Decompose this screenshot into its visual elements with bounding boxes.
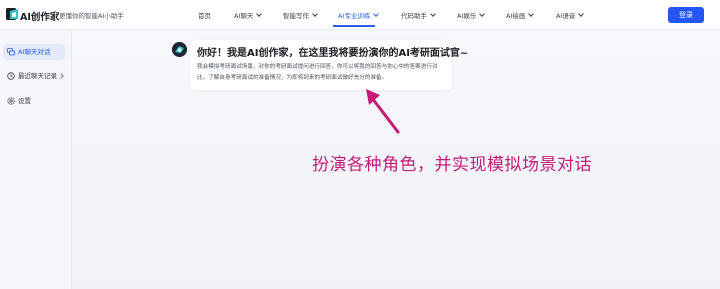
nav-label: 智能写作 xyxy=(283,12,309,20)
chevron-down-icon xyxy=(479,11,486,17)
ai-avatar-icon xyxy=(172,42,187,57)
nav-label: AI绘画 xyxy=(506,12,526,20)
active-nav-underline xyxy=(333,25,375,27)
chevron-down-icon xyxy=(528,11,535,17)
sidebar-item-settings[interactable]: 设置 xyxy=(3,93,65,109)
nav-ai-painting[interactable]: AI绘画 xyxy=(506,10,535,20)
annotation-callout: 扮演各种角色，并实现模拟场景对话 xyxy=(312,155,592,175)
top-header: AI创作家 更懂你的智能AI小助手 首页 AI聊天 智能写作 AI专业训练 代码… xyxy=(0,0,720,30)
chevron-down-icon xyxy=(312,11,318,17)
chevron-down-icon xyxy=(578,11,585,17)
clock-icon xyxy=(7,72,15,80)
nav-ai-voice[interactable]: AI语音 xyxy=(556,10,585,20)
chat-bubbles-icon xyxy=(7,48,15,56)
ai-logo-icon[interactable] xyxy=(6,7,20,21)
chevron-down-icon xyxy=(256,11,263,17)
sidebar-item-label: 最近聊天记录 xyxy=(18,72,57,80)
nav-label: 首页 xyxy=(198,12,211,20)
nav-label: AI聊天 xyxy=(234,12,254,20)
brand-tagline: 更懂你的智能AI小助手 xyxy=(59,12,124,20)
nav-home[interactable]: 首页 xyxy=(198,10,211,20)
nav-label: AI语音 xyxy=(556,12,576,20)
ai-greeting: 你好！我是AI创作家，在这里我将要扮演你的AI考研面试官~ xyxy=(197,48,469,59)
nav-ai-professional-training[interactable]: AI专业训练 xyxy=(338,10,380,20)
ai-description: 我会模拟考研面试场景，对你的考研面试提问进行回答，你可以将我的回答与你心中的答案… xyxy=(197,64,438,81)
nav-label: AI娱乐 xyxy=(457,12,477,20)
chevron-right-icon xyxy=(58,73,64,79)
sidebar-item-ai-chat[interactable]: AI聊天对话 xyxy=(3,44,65,60)
ai-message-bubble: 你好！我是AI创作家，在这里我将要扮演你的AI考研面试官~ 我会模拟考研面试场景… xyxy=(190,40,468,90)
annotation-arrow-icon xyxy=(366,89,400,134)
ai-avatar xyxy=(172,42,187,57)
sidebar-item-recent-chats[interactable]: 最近聊天记录 xyxy=(3,68,65,84)
nav-label: AI专业训练 xyxy=(338,12,371,20)
sidebar-item-label: 设置 xyxy=(18,97,31,105)
chevron-down-icon xyxy=(430,11,436,17)
login-button[interactable]: 登录 xyxy=(668,7,704,23)
nav-smart-writing[interactable]: 智能写作 xyxy=(283,10,318,20)
sidebar: AI聊天对话 最近聊天记录 设置 xyxy=(0,30,72,289)
sidebar-item-label: AI聊天对话 xyxy=(18,48,51,56)
nav-code-assistant[interactable]: 代码助手 xyxy=(401,10,436,20)
nav-label: 代码助手 xyxy=(401,12,427,20)
chevron-down-icon xyxy=(373,11,380,17)
nav-ai-entertainment[interactable]: AI娱乐 xyxy=(457,10,486,20)
gear-icon xyxy=(7,97,15,105)
nav-ai-chat[interactable]: AI聊天 xyxy=(234,10,263,20)
brand-divider xyxy=(55,10,56,20)
brand-name[interactable]: AI创作家 xyxy=(20,9,59,23)
